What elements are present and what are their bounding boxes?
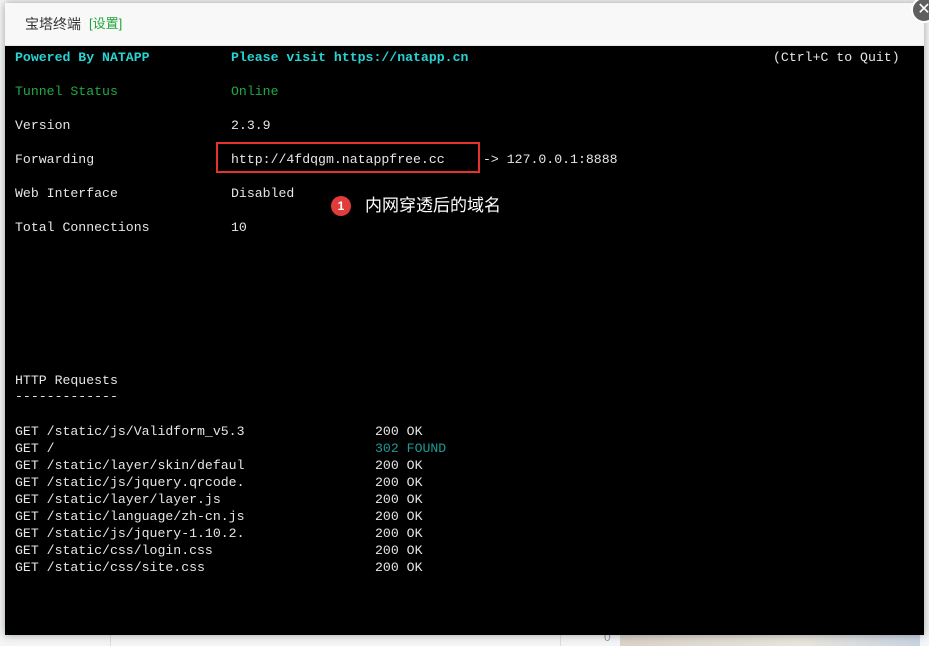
http-requests-rule: ------------- bbox=[15, 389, 118, 404]
total-connections-value: 10 bbox=[231, 220, 247, 235]
http-request-row: GET /static/layer/layer.js 200 OK bbox=[15, 491, 422, 508]
settings-link[interactable]: [设置] bbox=[89, 3, 122, 45]
visit-text: Please visit https://natapp.cn bbox=[231, 50, 469, 65]
request-path: GET /static/js/jquery-1.10.2. bbox=[15, 526, 245, 541]
request-status: 200 OK bbox=[375, 458, 423, 473]
request-status: 200 OK bbox=[375, 543, 423, 558]
forwarding-label: Forwarding bbox=[15, 152, 95, 167]
http-request-row: GET / 302 FOUND bbox=[15, 440, 446, 457]
forwarding-target: -> 127.0.0.1:8888 bbox=[483, 152, 618, 167]
request-path: GET / bbox=[15, 441, 55, 456]
request-status: 302 FOUND bbox=[375, 441, 447, 456]
request-path: GET /static/layer/skin/defaul bbox=[15, 458, 245, 473]
web-interface-value: Disabled bbox=[231, 186, 295, 201]
forwarding-highlight-box bbox=[216, 142, 480, 173]
http-request-row: GET /static/js/Validform_v5.3 200 OK bbox=[15, 423, 422, 440]
modal-titlebar: 宝塔终端 [设置] bbox=[5, 3, 924, 46]
http-request-row: GET /static/language/zh-cn.js 200 OK bbox=[15, 508, 422, 525]
request-path: GET /static/js/Validform_v5.3 bbox=[15, 424, 245, 439]
tunnel-status-value: Online bbox=[231, 84, 279, 99]
quit-hint: (Ctrl+C to Quit) bbox=[773, 50, 900, 65]
http-request-row: GET /static/css/site.css 200 OK bbox=[15, 559, 422, 576]
request-status: 200 OK bbox=[375, 509, 423, 524]
terminal-modal: 宝塔终端 [设置] ✕ Powered By NATAPP Please vis… bbox=[5, 0, 929, 635]
request-status: 200 OK bbox=[375, 492, 423, 507]
request-status: 200 OK bbox=[375, 424, 423, 439]
terminal-output[interactable]: Powered By NATAPP Please visit https://n… bbox=[5, 46, 924, 635]
web-interface-label: Web Interface bbox=[15, 186, 118, 201]
http-requests-title: HTTP Requests bbox=[15, 373, 118, 388]
annotation-number-badge: 1 bbox=[331, 196, 351, 216]
total-connections-label: Total Connections bbox=[15, 220, 150, 235]
http-request-row: GET /static/js/jquery-1.10.2. 200 OK bbox=[15, 525, 422, 542]
request-path: GET /static/layer/layer.js bbox=[15, 492, 221, 507]
request-path: GET /static/js/jquery.qrcode. bbox=[15, 475, 245, 490]
request-path: GET /static/css/site.css bbox=[15, 560, 205, 575]
http-request-row: GET /static/layer/skin/defaul 200 OK bbox=[15, 457, 422, 474]
modal-title: 宝塔终端 bbox=[25, 16, 81, 32]
version-label: Version bbox=[15, 118, 71, 133]
request-status: 200 OK bbox=[375, 560, 423, 575]
http-request-row: GET /static/css/login.css 200 OK bbox=[15, 542, 422, 559]
request-status: 200 OK bbox=[375, 526, 423, 541]
request-path: GET /static/css/login.css bbox=[15, 543, 213, 558]
annotation-text: 内网穿透后的域名 bbox=[365, 196, 501, 216]
request-status: 200 OK bbox=[375, 475, 423, 490]
request-path: GET /static/language/zh-cn.js bbox=[15, 509, 245, 524]
http-request-row: GET /static/js/jquery.qrcode. 200 OK bbox=[15, 474, 422, 491]
tunnel-status-label: Tunnel Status bbox=[15, 84, 118, 99]
powered-by-text: Powered By NATAPP bbox=[15, 50, 150, 65]
version-value: 2.3.9 bbox=[231, 118, 271, 133]
